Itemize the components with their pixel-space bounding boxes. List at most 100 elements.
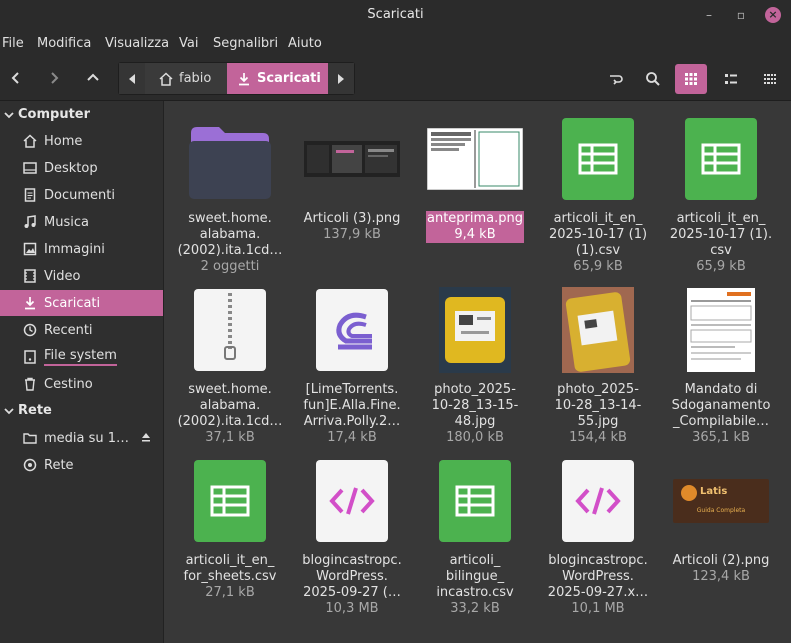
sidebar-item-cestino[interactable]: Cestino bbox=[0, 371, 163, 397]
sidebar-item-file-system[interactable]: File system bbox=[0, 344, 163, 370]
file-grid: sweet.home. alabama. (2002).ita.1cd… 2 og… bbox=[164, 101, 791, 643]
pictures-icon bbox=[22, 241, 38, 257]
file-info: 137,9 kB bbox=[323, 227, 381, 242]
documents-icon bbox=[22, 187, 38, 203]
search-button[interactable] bbox=[637, 64, 669, 94]
minimize-button[interactable]: – bbox=[701, 7, 717, 23]
list-view-icon bbox=[725, 74, 737, 84]
file-info: 10,1 MB bbox=[571, 601, 625, 616]
crumb-current[interactable]: Scaricati bbox=[227, 63, 328, 94]
triangle-right-icon bbox=[338, 73, 344, 84]
path-scroll-right-button[interactable] bbox=[328, 63, 354, 94]
menu-file[interactable]: File bbox=[2, 36, 24, 51]
sidebar-section-rete[interactable]: Rete bbox=[4, 403, 52, 418]
chevron-up-icon bbox=[87, 73, 99, 81]
banner-thumbnail: Latis Guida Completa bbox=[673, 479, 769, 523]
xml-code-icon bbox=[292, 453, 412, 549]
menu-segnalibri[interactable]: Segnalibri bbox=[213, 36, 278, 51]
menu-vai[interactable]: Vai bbox=[179, 36, 198, 51]
banner-caption: Guida Completa bbox=[696, 507, 746, 514]
file-name-highlight: anteprima.png 9,4 kB bbox=[426, 211, 524, 243]
menu-visualizza[interactable]: Visualizza bbox=[105, 36, 169, 51]
file-info: 17,4 kB bbox=[327, 430, 377, 445]
triangle-left-icon bbox=[129, 73, 135, 84]
spreadsheet-icon bbox=[661, 111, 781, 207]
recent-icon bbox=[22, 322, 38, 338]
sidebar-item-label: Recenti bbox=[44, 322, 93, 338]
sidebar-item-recenti[interactable]: Recenti bbox=[0, 317, 163, 343]
eject-icon[interactable] bbox=[141, 431, 151, 446]
spreadsheet-icon bbox=[415, 453, 535, 549]
spreadsheet-icon bbox=[538, 111, 658, 207]
sidebar-item-home[interactable]: Home bbox=[0, 128, 163, 154]
file-name: photo_2025- 10-28_13-15- 48.jpg bbox=[431, 382, 519, 429]
file-name: Mandato di Sdoganamento _Compilabile… bbox=[671, 382, 771, 429]
sidebar-item-immagini[interactable]: Immagini bbox=[0, 236, 163, 262]
menu-modifica[interactable]: Modifica bbox=[37, 36, 91, 51]
banner-logo-text: Latis bbox=[700, 486, 728, 497]
music-icon bbox=[22, 214, 38, 230]
sidebar-section-label: Computer bbox=[18, 107, 91, 122]
file-name: sweet.home. alabama. (2002).ita.1cd… bbox=[177, 382, 283, 429]
file-name: articoli_it_en_ for_sheets.csv bbox=[183, 553, 277, 584]
back-button[interactable] bbox=[2, 64, 30, 92]
sidebar-item-scaricati[interactable]: Scaricati bbox=[0, 290, 163, 316]
file-info: 37,1 kB bbox=[205, 430, 255, 445]
file-name: articoli_it_en_ 2025-10-17 (1) (1).csv bbox=[548, 211, 648, 258]
sidebar-item-label: Rete bbox=[44, 457, 74, 473]
sidebar-section-computer[interactable]: Computer bbox=[4, 107, 90, 122]
sidebar-item-musica[interactable]: Musica bbox=[0, 209, 163, 235]
file-name: [LimeTorrents. fun]E.Alla.Fine. Arriva.P… bbox=[303, 382, 401, 429]
list-view-button[interactable] bbox=[715, 64, 747, 94]
file-name: photo_2025- 10-28_13-14- 55.jpg bbox=[554, 382, 642, 429]
menu-aiuto[interactable]: Aiuto bbox=[288, 36, 322, 51]
sidebar-item-label: media su 1… bbox=[44, 430, 130, 446]
network-share-icon bbox=[22, 430, 38, 446]
maximize-button[interactable]: ▫ bbox=[733, 7, 749, 23]
chevron-right-icon bbox=[51, 72, 59, 84]
grid-view-button[interactable] bbox=[675, 64, 707, 94]
location-entry-icon bbox=[610, 75, 623, 85]
menu-bar: File Modifica Visualizza Vai Segnalibri … bbox=[0, 31, 791, 57]
file-name: Articoli (3).png bbox=[303, 211, 401, 226]
sidebar-item-label: Home bbox=[44, 133, 83, 149]
file-info: 2 oggetti bbox=[200, 259, 260, 274]
sidebar-item-label: Scaricati bbox=[44, 295, 101, 311]
sidebar-item-rete[interactable]: Rete bbox=[0, 452, 163, 478]
window-title: Scaricati bbox=[367, 7, 424, 22]
chevron-down-icon bbox=[4, 407, 14, 414]
sidebar-item-documenti[interactable]: Documenti bbox=[0, 182, 163, 208]
path-bar: fabio Scaricati bbox=[118, 62, 355, 95]
toggle-location-button[interactable] bbox=[600, 64, 632, 94]
sidebar-item-label: Cestino bbox=[44, 376, 93, 392]
drive-icon bbox=[22, 349, 38, 365]
file-info: 65,9 kB bbox=[696, 259, 746, 274]
path-scroll-left-button[interactable] bbox=[119, 63, 145, 94]
desktop-icon bbox=[22, 160, 38, 176]
up-button[interactable] bbox=[79, 64, 107, 92]
sidebar-item-media-share[interactable]: media su 1… bbox=[0, 425, 163, 451]
sidebar-item-label: Musica bbox=[44, 214, 89, 230]
crumb-home[interactable]: fabio bbox=[147, 63, 237, 94]
sidebar-item-video[interactable]: Video bbox=[0, 263, 163, 289]
photo-thumbnail-icon bbox=[538, 282, 658, 378]
file-info: 180,0 kB bbox=[446, 430, 504, 445]
crumb-home-label: fabio bbox=[179, 71, 212, 86]
forward-button[interactable] bbox=[40, 64, 68, 92]
sidebar-item-label: Documenti bbox=[44, 187, 115, 203]
file-name: anteprima.png bbox=[427, 211, 524, 226]
file-info: 27,1 kB bbox=[205, 585, 255, 600]
sidebar-item-label: Video bbox=[44, 268, 81, 284]
sidebar-section-label: Rete bbox=[18, 403, 52, 418]
sidebar-item-desktop[interactable]: Desktop bbox=[0, 155, 163, 181]
compact-view-button[interactable] bbox=[754, 64, 786, 94]
toolbar: fabio Scaricati bbox=[0, 57, 791, 101]
file-info: 33,2 kB bbox=[450, 601, 500, 616]
search-icon bbox=[646, 72, 660, 86]
sidebar-item-label: Immagini bbox=[44, 241, 105, 257]
file-name: blogincastropc. WordPress. 2025-09-27 (… bbox=[302, 553, 402, 600]
image-thumbnail-icon bbox=[415, 111, 535, 207]
file-name: sweet.home. alabama. (2002).ita.1cd… bbox=[177, 211, 283, 258]
sidebar-item-label: Desktop bbox=[44, 160, 98, 176]
close-button[interactable]: × bbox=[765, 7, 781, 23]
